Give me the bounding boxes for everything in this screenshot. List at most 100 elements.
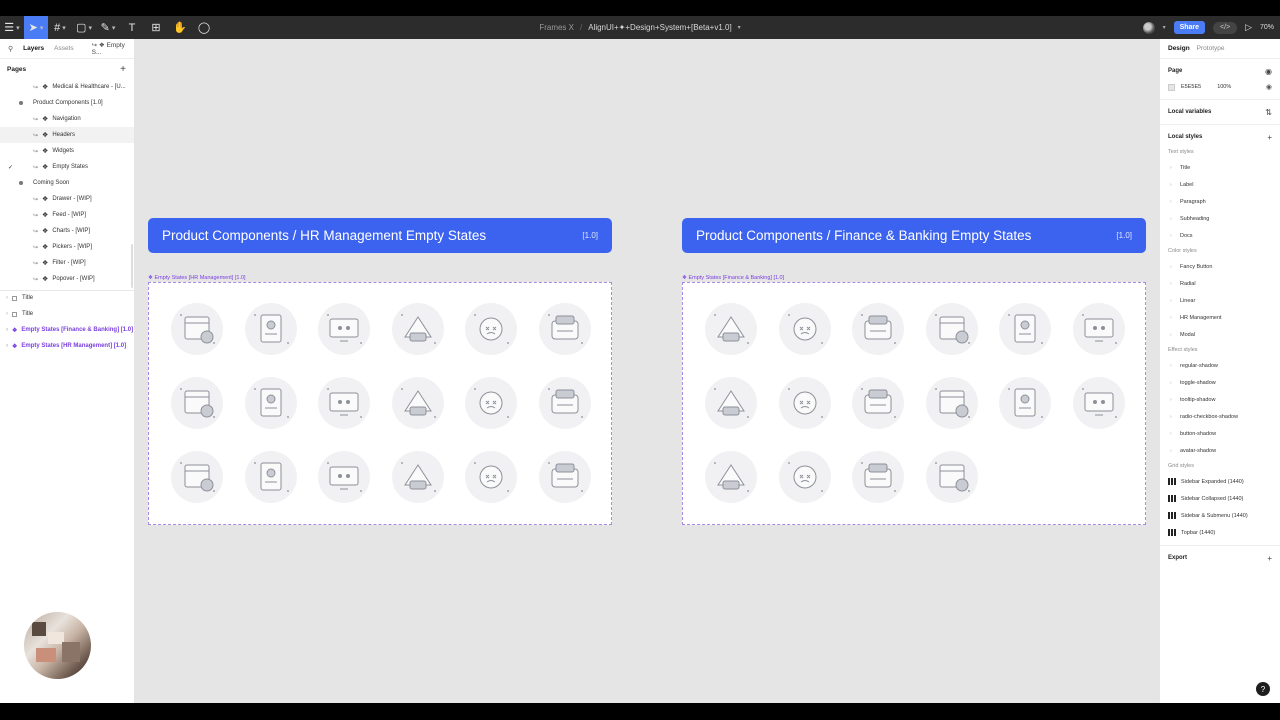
tab-design[interactable]: Design	[1168, 45, 1190, 52]
style-item[interactable]: › regular-shadow	[1168, 357, 1280, 374]
canvas[interactable]: Product Components / HR Management Empty…	[135, 39, 1159, 703]
search-icon[interactable]: ⚲	[8, 45, 13, 53]
chevron-right-icon[interactable]: ›	[1168, 199, 1176, 205]
page-item[interactable]: ↪ ❖ Popover - [WIP]	[0, 271, 134, 287]
visibility-icon[interactable]: ◉	[1266, 83, 1272, 91]
book-face-illustration[interactable]	[465, 451, 517, 503]
briefcase-coins-illustration[interactable]	[999, 303, 1051, 355]
chevron-right-icon[interactable]: ›	[1168, 431, 1176, 437]
page-item[interactable]: Product Components [1.0]	[0, 95, 134, 111]
layer-item[interactable]: › ❖ Empty States [Finance & Banking] [1.0]	[0, 322, 134, 338]
chevron-down-icon[interactable]: ▾	[16, 24, 20, 32]
style-item[interactable]: › radio-checkbox-shadow	[1168, 408, 1280, 425]
id-badge-stack-illustration[interactable]	[244, 451, 297, 503]
chevron-right-icon[interactable]: ›	[1168, 216, 1176, 222]
text-tool-button[interactable]: T	[120, 16, 144, 39]
browser-card-illustration[interactable]	[318, 451, 370, 503]
style-item[interactable]: › Fancy Button	[1168, 258, 1280, 275]
laptop-clock-illustration[interactable]	[465, 377, 517, 429]
clipboard-coin-illustration[interactable]	[705, 377, 757, 429]
file-name[interactable]: AlignUI+✦+Design+System+[Beta+v1.0]	[588, 23, 731, 32]
monitor-chat-illustration[interactable]	[318, 303, 370, 355]
comment-tool-button[interactable]: ◯	[192, 16, 216, 39]
gauge-illustration[interactable]	[852, 303, 904, 355]
style-item[interactable]: › button-shadow	[1168, 425, 1280, 442]
finance-frame-label[interactable]: ❖ Empty States [Finance & Banking] [1.0]	[682, 275, 784, 281]
chevron-right-icon[interactable]: ›	[6, 343, 8, 349]
chevron-right-icon[interactable]: ›	[1168, 397, 1176, 403]
chevron-right-icon[interactable]: ›	[1168, 332, 1176, 338]
chevron-down-icon[interactable]: ▾	[738, 24, 741, 31]
style-item[interactable]: › Subheading	[1168, 210, 1280, 227]
chevron-right-icon[interactable]: ›	[1168, 363, 1176, 369]
documents-face-illustration[interactable]	[538, 377, 591, 429]
style-item[interactable]: › Linear	[1168, 292, 1280, 309]
finance-empty-states-frame[interactable]	[682, 282, 1146, 525]
style-item[interactable]: › Paragraph	[1168, 193, 1280, 210]
move-tool-button[interactable]: ➤ ▾	[24, 16, 48, 39]
scroll-code-illustration[interactable]	[391, 303, 444, 355]
receipt-roll-illustration[interactable]	[705, 451, 757, 503]
finance-title-banner[interactable]: Product Components / Finance & Banking E…	[682, 218, 1146, 253]
cocktail-face-illustration[interactable]	[538, 303, 591, 355]
chevron-right-icon[interactable]: ›	[1168, 380, 1176, 386]
chevron-down-icon[interactable]: ▾	[1163, 24, 1166, 31]
pen-tool-button[interactable]: ✎ ▾	[96, 16, 120, 39]
add-export-icon[interactable]: +	[1267, 554, 1272, 563]
page-item[interactable]: ↪ ❖ Navigation	[0, 111, 134, 127]
tab-prototype[interactable]: Prototype	[1197, 45, 1225, 52]
calendar-note-illustration[interactable]	[465, 303, 517, 355]
style-item[interactable]: Sidebar Expanded (1440)	[1168, 473, 1280, 490]
page-item[interactable]: ↪ ❖ Charts - [WIP]	[0, 223, 134, 239]
laptop-camera-illustration[interactable]	[852, 377, 904, 429]
chevron-right-icon[interactable]: ›	[1168, 182, 1176, 188]
wallet-cards-illustration[interactable]	[778, 303, 831, 355]
project-name[interactable]: Frames X	[539, 23, 574, 32]
chevron-right-icon[interactable]: ›	[1168, 264, 1176, 270]
style-item[interactable]: › toggle-shadow	[1168, 374, 1280, 391]
style-item[interactable]: › Title	[1168, 159, 1280, 176]
page-item[interactable]: ↪ ❖ Widgets	[0, 143, 134, 159]
shield-house-illustration[interactable]	[925, 451, 978, 503]
style-item[interactable]: › Docs	[1168, 227, 1280, 244]
page-item[interactable]: ↪ ❖ Feed - [WIP]	[0, 207, 134, 223]
chevron-down-icon[interactable]: ▾	[112, 24, 116, 32]
chat-heart-illustration[interactable]	[318, 377, 370, 429]
chevron-down-icon[interactable]: ▾	[40, 24, 44, 32]
chevron-right-icon[interactable]: ›	[1168, 281, 1176, 287]
hr-title-banner[interactable]: Product Components / HR Management Empty…	[148, 218, 612, 253]
presentation-illustration[interactable]	[538, 451, 591, 503]
style-item[interactable]: › tooltip-shadow	[1168, 391, 1280, 408]
export-header[interactable]: Export +	[1168, 550, 1280, 566]
chevron-down-icon[interactable]: ▾	[88, 24, 92, 32]
page-item[interactable]: ↪ ❖ Headers	[0, 127, 134, 143]
tab-layers[interactable]: Layers	[23, 45, 44, 52]
connected-coins-illustration[interactable]	[925, 377, 978, 429]
chevron-right-icon[interactable]: ›	[1168, 315, 1176, 321]
style-item[interactable]: › Radial	[1168, 275, 1280, 292]
page-item[interactable]: Coming Soon	[0, 175, 134, 191]
style-item[interactable]: › Modal	[1168, 326, 1280, 343]
transfer-arrows-illustration[interactable]	[778, 377, 831, 429]
id-card-illustration[interactable]	[244, 303, 297, 355]
page-selector[interactable]: ↪ ❖ Empty S...	[92, 41, 134, 56]
style-item[interactable]: Sidebar & Submenu (1440)	[1168, 507, 1280, 524]
add-page-icon[interactable]: +	[120, 64, 126, 75]
profile-settings-illustration[interactable]	[244, 377, 297, 429]
style-item[interactable]: › HR Management	[1168, 309, 1280, 326]
folders-illustration[interactable]	[391, 451, 444, 503]
hr-frame-label[interactable]: ❖ Empty States [HR Management] [1.0]	[148, 275, 246, 281]
share-button[interactable]: Share	[1173, 21, 1206, 34]
scrollbar[interactable]	[131, 244, 133, 288]
frame-tool-button[interactable]: # ▾	[48, 16, 72, 39]
page-item[interactable]: ↪ ❖ Filter - [WIP]	[0, 255, 134, 271]
page-item[interactable]: ✓ ↪ ❖ Empty States	[0, 159, 134, 175]
local-variables-header[interactable]: Local variables ⇅	[1168, 104, 1280, 120]
style-item[interactable]: › avatar-shadow	[1168, 442, 1280, 459]
hr-empty-states-frame[interactable]	[148, 282, 612, 525]
page-opacity[interactable]: 100%	[1217, 84, 1231, 90]
chevron-right-icon[interactable]: ›	[1168, 233, 1176, 239]
chart-board-illustration[interactable]	[705, 303, 757, 355]
zoom-level[interactable]: 70%	[1260, 24, 1274, 31]
layer-item[interactable]: › Title	[0, 306, 134, 322]
